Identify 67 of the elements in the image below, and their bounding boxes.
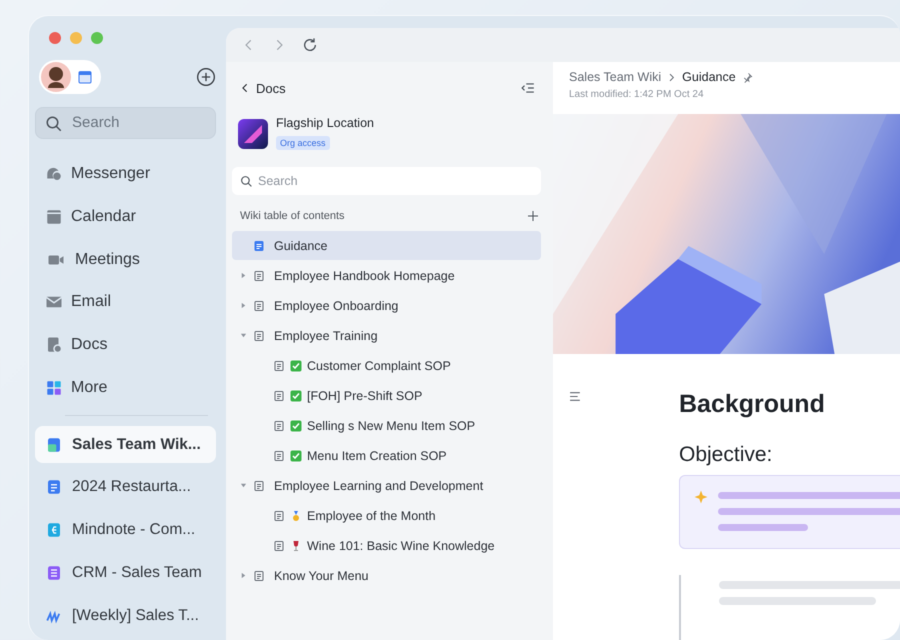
document-icon [273, 450, 285, 462]
space-logo-icon [238, 118, 268, 148]
collapse-sidebar-button[interactable] [521, 82, 535, 94]
pin-button[interactable] [742, 72, 753, 82]
doc-item[interactable]: CRM - Sales Team [35, 554, 216, 592]
section-heading: Objective: [679, 443, 774, 467]
access-tag: Org access [276, 136, 330, 150]
wiki-icon [45, 436, 63, 454]
doc-item[interactable]: Mindnote - Com... [35, 512, 216, 549]
document-icon [273, 420, 285, 432]
tree-item[interactable]: [FOH] Pre-Shift SOP [232, 381, 541, 410]
tree-item[interactable]: Selling s New Menu Item SOP [232, 411, 541, 440]
search-field[interactable]: Search [232, 167, 541, 195]
avatar [41, 62, 71, 92]
search-field[interactable]: Search [35, 106, 216, 139]
nav-item[interactable]: More [35, 366, 216, 410]
breadcrumb-link[interactable]: Sales Team Wiki [569, 70, 662, 84]
document-icon [253, 270, 265, 282]
document-icon [273, 540, 285, 552]
list-icon [45, 564, 63, 582]
mindmap-icon [45, 521, 63, 540]
document-icon [253, 570, 265, 582]
document-icon [253, 300, 265, 312]
add-button[interactable] [527, 210, 539, 222]
document-icon [253, 480, 265, 492]
tree-item[interactable]: Menu Item Creation SOP [232, 441, 541, 470]
document-icon [273, 360, 285, 372]
nav-item[interactable]: Meetings [35, 238, 216, 282]
last-modified: Last modified: 1:42 PM Oct 24 [569, 89, 705, 100]
nav-item[interactable]: Docs [35, 324, 216, 366]
tree-item[interactable]: Employee Onboarding [232, 291, 541, 320]
chevron-left-icon [240, 82, 250, 94]
document-icon [253, 240, 265, 252]
document-heading: Background [679, 390, 826, 419]
doc-item[interactable]: 2024 Restaurta... [35, 469, 216, 506]
tree-item[interactable]: Know Your Menu [232, 561, 541, 590]
back-link[interactable]: Docs [240, 80, 286, 96]
breadcrumb-link[interactable]: Guidance [682, 70, 736, 84]
document-icon [273, 390, 285, 402]
calendar-icon [45, 208, 63, 226]
section-title: Wiki table of contents [240, 210, 345, 222]
tree-item[interactable]: Wine 101: Basic Wine Knowledge [232, 531, 541, 560]
document-icon [45, 478, 63, 496]
doc-item[interactable]: [Weekly] Sales T... [35, 597, 216, 634]
chevron-right-icon [667, 72, 676, 82]
outline-icon [569, 390, 582, 403]
nav-item[interactable]: Calendar [35, 196, 216, 238]
tree-item[interactable]: Employee Learning and Development [232, 471, 541, 500]
tree-item[interactable]: Employee Handbook Homepage [232, 261, 541, 290]
apps-icon [45, 378, 63, 397]
add-button[interactable] [196, 66, 216, 87]
calendar-icon [77, 68, 93, 85]
refresh-button[interactable] [302, 37, 318, 53]
tree-item[interactable]: Employee Training [232, 321, 541, 350]
document-icon [253, 330, 265, 342]
sparkle-icon [694, 490, 708, 504]
document-icon [45, 336, 63, 354]
profile-pill[interactable] [39, 60, 101, 94]
tree-item[interactable]: Customer Complaint SOP [232, 351, 541, 380]
nav-item[interactable]: Messenger [35, 152, 216, 196]
document-icon [273, 510, 285, 522]
doc-item[interactable]: Sales Team Wik... [35, 426, 216, 463]
nav-item[interactable]: Email [35, 281, 216, 324]
window-control[interactable] [49, 32, 61, 44]
tree-item[interactable]: Guidance [232, 231, 541, 260]
space-title: Flagship Location [276, 116, 374, 130]
tree-item[interactable]: Employee of the Month [232, 501, 541, 530]
